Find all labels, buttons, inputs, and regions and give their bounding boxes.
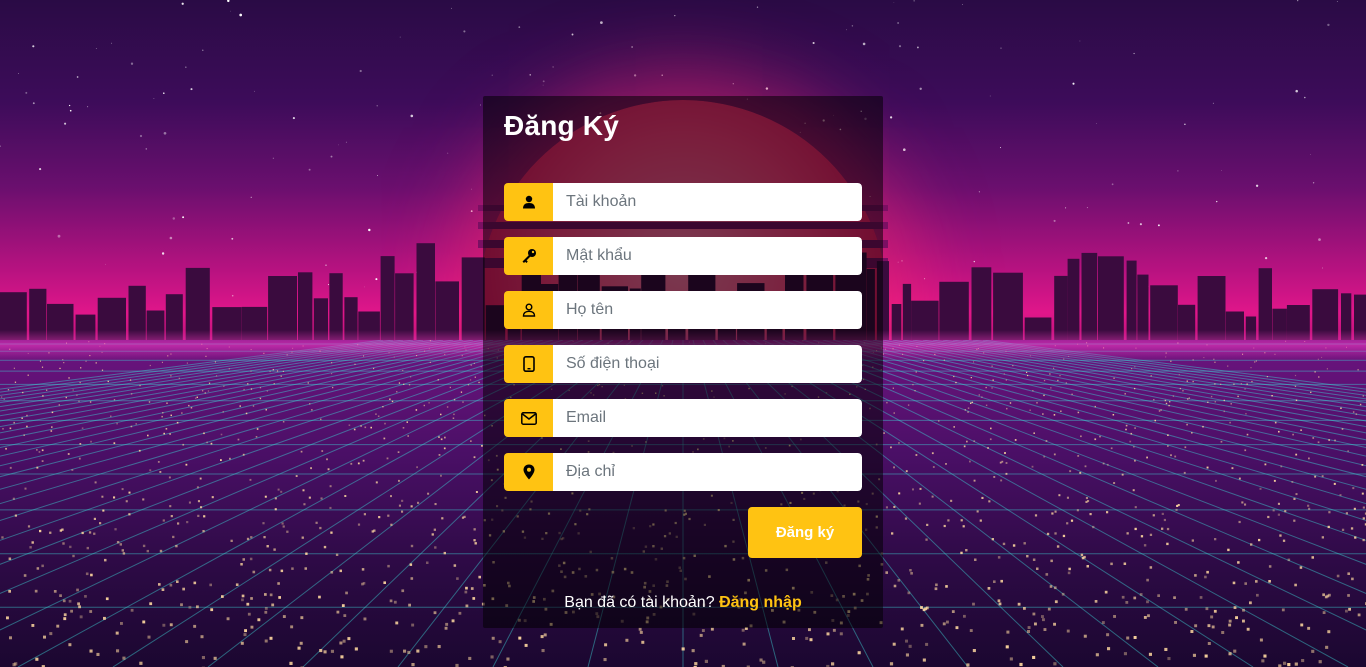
page-title: Đăng Ký	[504, 110, 619, 141]
user-icon	[504, 183, 553, 221]
username-input[interactable]	[553, 183, 862, 221]
fullname-field	[504, 291, 862, 329]
register-card: Đăng Ký Đăng ký	[483, 96, 883, 628]
login-question: Bạn đã có tài khoản?	[564, 594, 715, 611]
login-link[interactable]: Đăng nhập	[719, 594, 802, 611]
email-field	[504, 399, 862, 437]
login-prompt: Bạn đã có tài khoản? Đăng nhập	[483, 594, 883, 612]
register-button[interactable]: Đăng ký	[748, 507, 862, 558]
address-input[interactable]	[553, 453, 862, 491]
envelope-icon	[504, 399, 553, 437]
phone-field	[504, 345, 862, 383]
username-field	[504, 183, 862, 221]
password-field	[504, 237, 862, 275]
key-icon	[504, 237, 553, 275]
email-input[interactable]	[553, 399, 862, 437]
map-marker-icon	[504, 453, 553, 491]
fullname-input[interactable]	[553, 291, 862, 329]
phone-input[interactable]	[553, 345, 862, 383]
address-field	[504, 453, 862, 491]
mobile-phone-icon	[504, 345, 553, 383]
password-input[interactable]	[553, 237, 862, 275]
user-outline-icon	[504, 291, 553, 329]
